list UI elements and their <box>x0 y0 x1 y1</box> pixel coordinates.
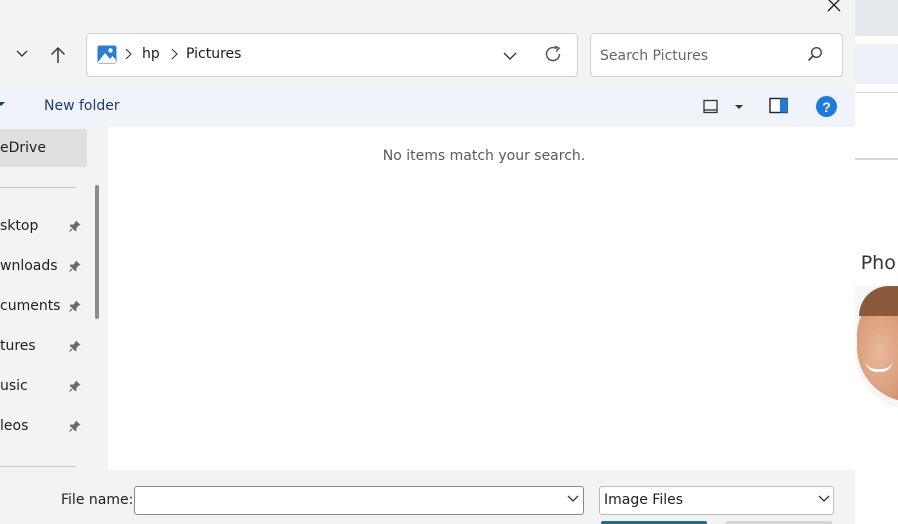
background-divider <box>855 158 898 160</box>
nav-item-label: leos <box>0 418 29 434</box>
search-icon <box>807 46 823 62</box>
background-profile-photo <box>855 286 898 410</box>
chevron-down-icon[interactable] <box>567 495 579 503</box>
nav-item-documents[interactable]: cuments <box>0 287 87 327</box>
pin-icon <box>69 340 81 352</box>
caret-down-icon <box>735 105 743 109</box>
file-type-select[interactable]: Image Files <box>599 486 834 515</box>
navigation-pane: eDrive sktop wnloads cuments tures usic … <box>0 127 108 470</box>
arrow-up-icon <box>50 46 66 63</box>
organize-menu-caret-icon[interactable] <box>0 100 6 108</box>
pin-icon <box>69 220 81 232</box>
nav-item-downloads[interactable]: wnloads <box>0 247 87 287</box>
refresh-button[interactable] <box>543 44 567 68</box>
new-folder-button[interactable]: New folder <box>44 98 120 114</box>
background-heading: e Pho <box>855 252 896 274</box>
background-app-bar <box>855 44 898 84</box>
empty-results-message: No items match your search. <box>382 148 586 164</box>
nav-item-pictures[interactable]: tures <box>0 327 87 367</box>
refresh-icon <box>545 45 561 62</box>
command-bar: New folder ? <box>0 88 855 127</box>
nav-item-onedrive[interactable]: eDrive <box>0 129 87 167</box>
nav-item-music[interactable]: usic <box>0 367 87 407</box>
nav-item-label: eDrive <box>0 140 46 156</box>
nav-scrollbar[interactable] <box>95 185 99 319</box>
chevron-down-icon <box>16 50 28 57</box>
pin-icon <box>69 380 81 392</box>
chevron-down-icon <box>818 495 830 502</box>
view-layout-icon <box>703 99 718 114</box>
nav-item-label: usic <box>0 378 28 394</box>
address-bar[interactable]: hp Pictures <box>86 33 578 77</box>
close-icon <box>827 0 841 12</box>
search-box[interactable] <box>590 33 843 77</box>
file-open-dialog: hp Pictures New folder ? <box>0 0 855 524</box>
breadcrumb-hp[interactable]: hp <box>142 46 160 62</box>
nav-item-label: cuments <box>0 298 61 314</box>
nav-item-desktop[interactable]: sktop <box>0 207 87 247</box>
close-button[interactable] <box>820 0 848 16</box>
file-name-input[interactable] <box>141 491 551 511</box>
background-divider <box>855 92 898 93</box>
up-button[interactable] <box>48 44 68 66</box>
pin-icon <box>69 300 81 312</box>
nav-item-label: wnloads <box>0 258 58 274</box>
file-list-area[interactable]: No items match your search. <box>108 127 855 470</box>
help-button[interactable]: ? <box>816 96 837 117</box>
recent-locations-button[interactable] <box>12 44 32 64</box>
search-input[interactable] <box>600 45 800 67</box>
address-history-dropdown[interactable] <box>503 46 523 66</box>
nav-item-videos[interactable]: leos <box>0 407 87 447</box>
nav-item-label: sktop <box>0 218 39 234</box>
nav-divider <box>0 187 76 188</box>
chevron-right-icon <box>171 48 178 60</box>
background-app-header <box>855 0 898 36</box>
file-name-label: File name: <box>61 492 134 508</box>
chevron-right-icon <box>125 48 132 60</box>
chevron-down-icon <box>503 52 517 60</box>
pin-icon <box>69 420 81 432</box>
nav-item-label: tures <box>0 338 36 354</box>
background-app-window: e Pho <box>855 0 898 524</box>
preview-pane-button[interactable] <box>769 97 791 119</box>
file-type-selected: Image Files <box>604 492 684 508</box>
pin-icon <box>69 260 81 272</box>
pictures-icon <box>97 45 117 64</box>
change-view-button[interactable] <box>703 97 749 119</box>
preview-pane-icon <box>769 97 788 114</box>
file-name-combobox[interactable] <box>134 486 584 515</box>
nav-divider <box>0 466 76 467</box>
breadcrumb-pictures[interactable]: Pictures <box>186 46 241 62</box>
